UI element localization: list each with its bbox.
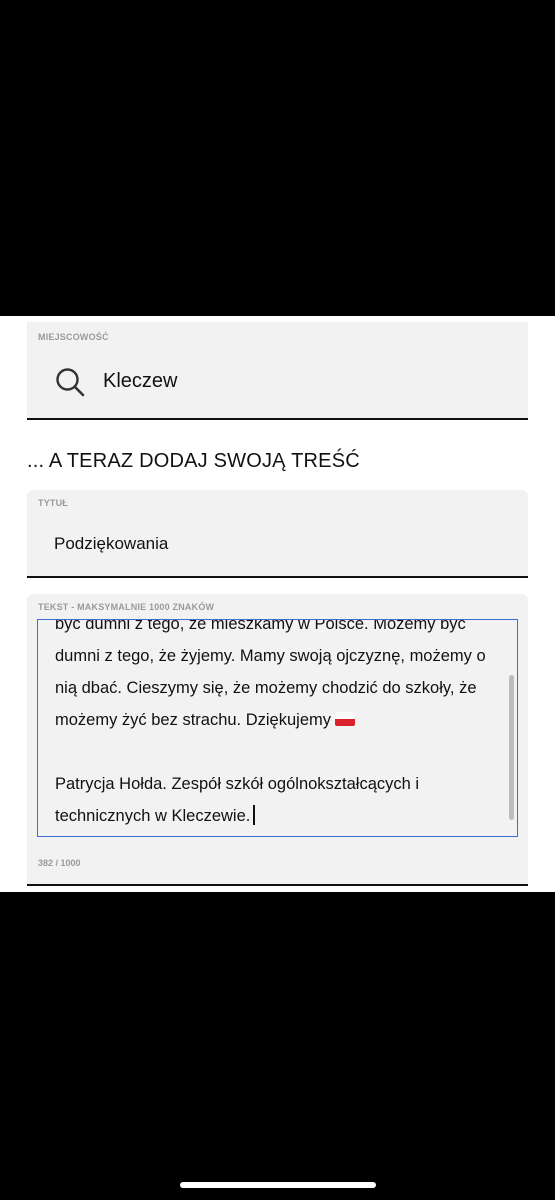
location-field[interactable]: MIEJSCOWOŚĆ Kleczew — [27, 322, 528, 420]
character-counter: 382 / 1000 — [38, 858, 81, 868]
textarea-text-part1: być dumni z tego, że mieszkamy w Polsce.… — [55, 619, 491, 729]
location-label: MIEJSCOWOŚĆ — [38, 332, 109, 342]
textarea-scrollbar[interactable] — [509, 675, 514, 820]
title-label: TYTUŁ — [38, 498, 68, 508]
text-field[interactable]: TEKST - MAKSYMALNIE 1000 ZNAKÓW być dumn… — [27, 594, 528, 886]
form-content: MIEJSCOWOŚĆ Kleczew ... A TERAZ DODAJ SW… — [0, 316, 555, 892]
search-icon — [56, 368, 85, 397]
top-black-area — [0, 0, 555, 316]
title-field[interactable]: TYTUŁ Podziękowania — [27, 490, 528, 578]
bottom-black-area — [0, 892, 555, 1200]
textarea-text-part2: Patrycja Hołda. Zespół szkół ogólnokszta… — [55, 775, 420, 825]
text-textarea[interactable]: być dumni z tego, że mieszkamy w Polsce.… — [37, 619, 518, 837]
title-value[interactable]: Podziękowania — [54, 534, 168, 554]
text-label: TEKST - MAKSYMALNIE 1000 ZNAKÓW — [38, 602, 215, 612]
location-value[interactable]: Kleczew — [103, 370, 177, 393]
home-indicator[interactable] — [180, 1182, 376, 1188]
resize-handle-icon[interactable] — [511, 830, 515, 834]
textarea-content: być dumni z tego, że mieszkamy w Polsce.… — [55, 619, 503, 832]
poland-flag-icon — [335, 712, 355, 726]
section-heading: ... A TERAZ DODAJ SWOJĄ TREŚĆ — [27, 450, 360, 472]
text-caret — [253, 805, 255, 825]
